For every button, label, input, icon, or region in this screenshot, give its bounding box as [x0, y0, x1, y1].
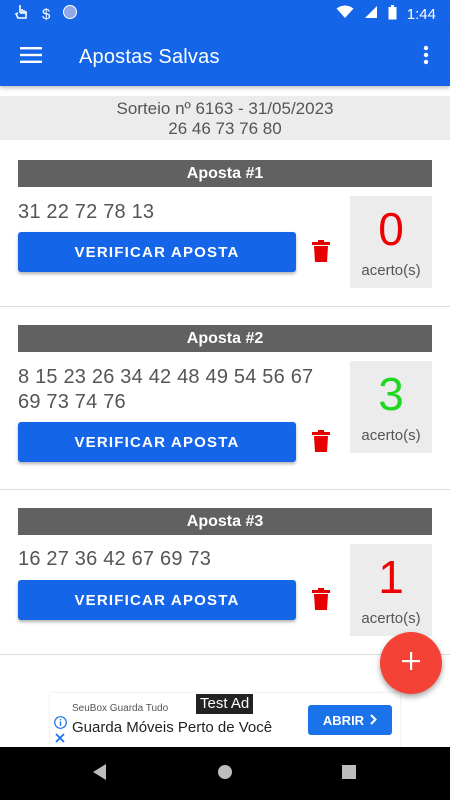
ad-badge: Test Ad [196, 694, 254, 714]
more-vert-icon [423, 45, 429, 70]
bet-1-header: Aposta #1 [18, 160, 432, 187]
bet-2-hits-count: 3 [378, 368, 404, 420]
bet-2-numbers: 8 15 23 26 34 42 48 49 54 56 67 69 73 74… [18, 366, 314, 413]
circle-app-icon [62, 4, 78, 24]
draw-numbers: 26 46 73 76 80 [168, 119, 282, 138]
home-icon [217, 764, 233, 785]
bet-1-hits-label: acerto(s) [361, 262, 421, 279]
ad-advertiser: SeuBox Guarda Tudo [72, 703, 169, 714]
battery-icon [388, 4, 397, 24]
verify-bet-1-button[interactable]: VERIFICAR APOSTA [18, 232, 296, 272]
bet-2-header: Aposta #2 [18, 325, 432, 352]
bet-3-header: Aposta #3 [18, 508, 432, 535]
draw-info: Sorteio nº 6163 - 31/05/2023 26 46 73 76… [0, 96, 450, 140]
touch-icon [14, 4, 30, 24]
add-bet-button[interactable] [380, 632, 442, 694]
home-button[interactable] [213, 762, 237, 786]
navigation-bar [0, 747, 450, 800]
verify-bet-2-button[interactable]: VERIFICAR APOSTA [18, 422, 296, 462]
ad-open-button[interactable]: ABRIR [308, 705, 392, 735]
delete-bet-3-button[interactable] [312, 588, 334, 614]
bet-2-hits-box: 3 acerto(s) [350, 361, 432, 453]
menu-button[interactable] [0, 28, 62, 86]
divider [0, 306, 450, 307]
ad-headline: Guarda Móveis Perto de Você [72, 719, 273, 736]
app-bar: Apostas Salvas [0, 28, 450, 86]
ad-cta-label: ABRIR [322, 712, 365, 728]
page-title: Apostas Salvas [79, 45, 220, 68]
bet-1-hits-count: 0 [378, 203, 404, 255]
plus-icon [402, 651, 420, 675]
divider [0, 489, 450, 490]
trash-icon [312, 588, 330, 614]
cell-signal-icon [364, 5, 378, 23]
recents-button[interactable] [337, 762, 361, 786]
bet-1-numbers: 31 22 72 78 13 [18, 201, 155, 223]
delete-bet-2-button[interactable] [312, 430, 334, 456]
status-bar: $ 1:44 [0, 0, 450, 28]
back-icon [93, 763, 107, 785]
bet-3-hits-box: 1 acerto(s) [350, 544, 432, 636]
recents-icon [342, 764, 356, 784]
chevron-right-icon [370, 713, 377, 728]
trash-icon [312, 240, 330, 266]
ad-banner[interactable]: Test Ad SeuBox Guarda Tudo Guarda Móveis… [50, 693, 400, 747]
bet-3-hits-label: acerto(s) [361, 610, 421, 627]
screen: $ 1:44 Apostas Salvas Sorteio nº 6163 - … [0, 0, 450, 800]
bet-3-numbers: 16 27 36 42 67 69 73 [18, 548, 212, 570]
verify-bet-3-button[interactable]: VERIFICAR APOSTA [18, 580, 296, 620]
bet-1-hits-box: 0 acerto(s) [350, 196, 432, 288]
back-button[interactable] [88, 762, 112, 786]
more-options-button[interactable] [402, 28, 450, 86]
delete-bet-1-button[interactable] [312, 240, 334, 266]
wifi-icon [336, 5, 354, 23]
trash-icon [312, 430, 330, 456]
status-time: 1:44 [406, 5, 436, 23]
bet-3-hits-count: 1 [378, 551, 404, 603]
bet-2-hits-label: acerto(s) [361, 427, 421, 444]
hamburger-menu-icon [20, 46, 42, 68]
dollar-icon: $ [42, 5, 51, 23]
draw-title: Sorteio nº 6163 - 31/05/2023 [116, 99, 334, 118]
